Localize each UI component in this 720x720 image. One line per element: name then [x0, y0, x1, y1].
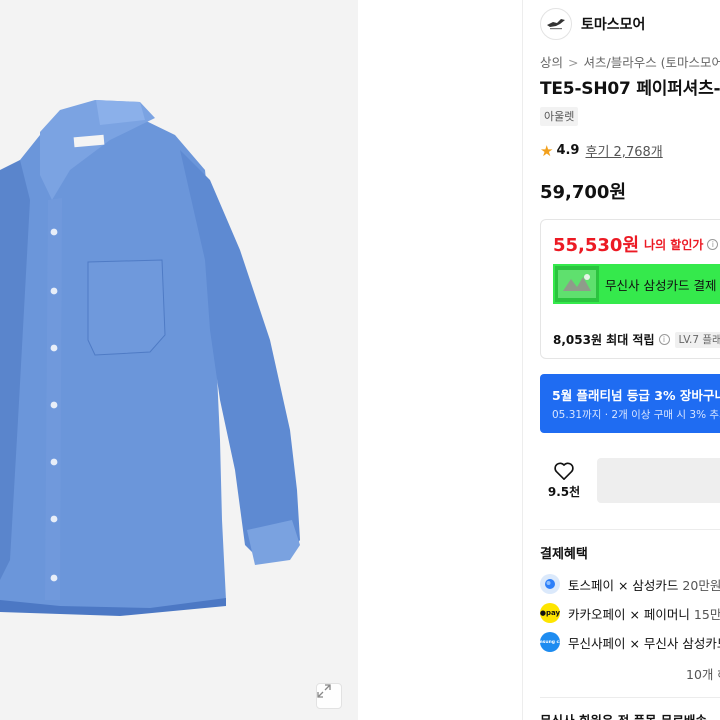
section-divider [540, 697, 720, 698]
card-promo-text: 무신사 삼성카드 결제 시 [605, 277, 720, 293]
my-discount-price: 55,530원 [553, 235, 640, 256]
card-promo-banner[interactable]: 무신사 삼성카드 결제 시 [553, 264, 720, 304]
original-price: 59,700원 [540, 182, 627, 203]
my-price-row: 55,530원 나의 할인가 i [553, 231, 719, 257]
discount-box: 55,530원 나의 할인가 i 무신사 삼성카드 결제 시 8,053원 최대… [540, 219, 720, 359]
more-benefits-link[interactable]: 10개 혜 [686, 664, 720, 683]
promo-title: 5월 플래티넘 등급 3% 장바구니 [552, 388, 720, 403]
points-row: 8,053원 최대 적립 i LV.7 플래티 [553, 331, 720, 348]
payment-benefits-title: 결제혜택 [540, 547, 588, 562]
section-divider [540, 529, 720, 530]
rating-row: ★ 4.9 후기 2,768개 [540, 141, 663, 161]
benefit-amount: 15만원 [693, 606, 720, 622]
purchase-button[interactable] [597, 458, 720, 503]
toss-pay-logo [540, 574, 560, 594]
heart-icon [554, 462, 574, 480]
bird-logo-icon [547, 19, 565, 30]
product-info-panel: 토마스모어 상의 > 셔츠/블라우스 (토마스모어) TE5-SH07 페이퍼셔츠-… [540, 0, 720, 720]
max-points: 8,053원 최대 적립 [553, 333, 655, 347]
star-icon: ★ [540, 141, 554, 160]
breadcrumb: 상의 > 셔츠/블라우스 (토마스모어) [540, 52, 720, 71]
samsung-card-logo: samsung card [540, 632, 568, 652]
promo-subtitle: 05.31까지 · 2개 이상 구매 시 3% 추가 [552, 409, 720, 421]
benefit-text: 토스페이 × 삼성카드 [568, 577, 679, 593]
product-image [0, 100, 300, 616]
toss-icon [545, 579, 555, 589]
breadcrumb-subcategory[interactable]: 셔츠/블라우스 (토마스모어) [584, 55, 720, 70]
benefit-text: 카카오페이 × 페이머니 [568, 606, 690, 622]
breadcrumb-separator: > [568, 55, 579, 70]
benefit-text: 무신사페이 × 무신사 삼성카드 [568, 635, 720, 651]
benefit-item-musinsa[interactable]: samsung card 무신사페이 × 무신사 삼성카드 [540, 631, 720, 653]
product-image-gallery[interactable] [0, 0, 358, 720]
benefit-item-kakao[interactable]: ●pay 카카오페이 × 페이머니 15만원 [540, 602, 720, 624]
info-icon[interactable]: i [707, 238, 719, 250]
benefit-amount: 20만원 [682, 577, 720, 593]
panel-divider [522, 0, 523, 720]
outlet-tag: 아울렛 [540, 107, 579, 126]
reviews-link[interactable]: 후기 2,768개 [585, 141, 662, 160]
breadcrumb-category[interactable]: 상의 [540, 55, 563, 70]
brand-name[interactable]: 토마스모어 [581, 14, 645, 34]
like-count: 9.5천 [547, 484, 581, 499]
benefit-item-toss[interactable]: 토스페이 × 삼성카드 20만원 [540, 573, 720, 595]
level-badge: LV.7 플래티 [674, 331, 720, 348]
expand-image-button[interactable] [316, 683, 342, 709]
brand-logo[interactable] [540, 8, 572, 40]
shipping-info: 무신사 회원은 전 품목 무료배송 [540, 710, 707, 720]
kakao-pay-logo: ●pay [540, 603, 560, 623]
expand-icon [317, 684, 331, 698]
brand-row[interactable]: 토마스모어 [540, 8, 645, 40]
rating-score: 4.9 [556, 143, 580, 158]
product-title: TE5-SH07 페이퍼셔츠- [540, 79, 720, 99]
card-image-icon [558, 270, 596, 298]
my-discount-label: 나의 할인가 [644, 237, 704, 252]
points-info-icon[interactable]: i [658, 334, 670, 345]
like-button[interactable]: 9.5천 [540, 454, 588, 506]
platinum-promo-banner[interactable]: 5월 플래티넘 등급 3% 장바구니 05.31까지 · 2개 이상 구매 시 … [540, 374, 720, 433]
card-thumbnail [555, 266, 599, 302]
